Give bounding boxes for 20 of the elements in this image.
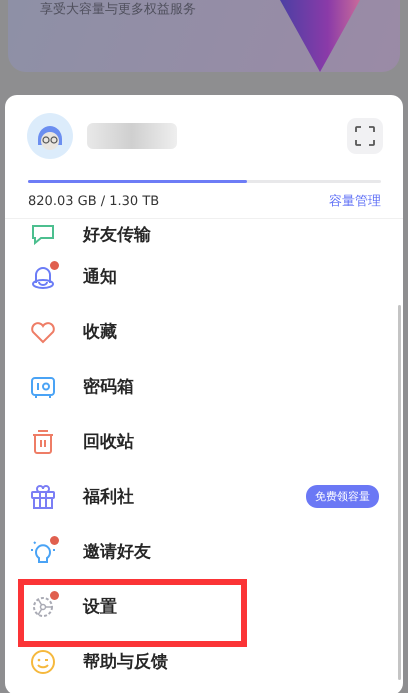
scrollbar[interactable] — [398, 305, 401, 680]
menu-item[interactable]: 邀请好友 — [83, 540, 379, 563]
menu-item[interactable]: 设置 — [83, 595, 379, 618]
avatar[interactable] — [27, 113, 73, 159]
menu-item[interactable]: 密码箱 — [83, 375, 379, 398]
scan-button[interactable] — [347, 118, 383, 154]
menu-item[interactable]: 回收站 — [83, 430, 379, 453]
smile-icon — [29, 648, 57, 676]
promo-subtitle: 享受大容量与更多权益服务 — [40, 1, 196, 18]
storage-reading: 820.03 GB / 1.30 TB — [28, 194, 160, 208]
menu-item[interactable]: 帮助与反馈 — [83, 650, 379, 673]
menu-item[interactable]: 收藏 — [83, 320, 379, 343]
capacity-link[interactable]: 容量管理 — [329, 192, 381, 210]
diamond-logo-icon — [280, 0, 360, 72]
gift-icon — [29, 482, 57, 510]
scan-icon — [354, 125, 376, 147]
menu-item[interactable]: 好友传输 — [83, 222, 379, 246]
menu-item[interactable]: 通知 — [83, 265, 379, 288]
promo-badge[interactable]: 免费领容量 — [306, 485, 379, 508]
menu-item[interactable]: 福利社 — [83, 485, 306, 508]
